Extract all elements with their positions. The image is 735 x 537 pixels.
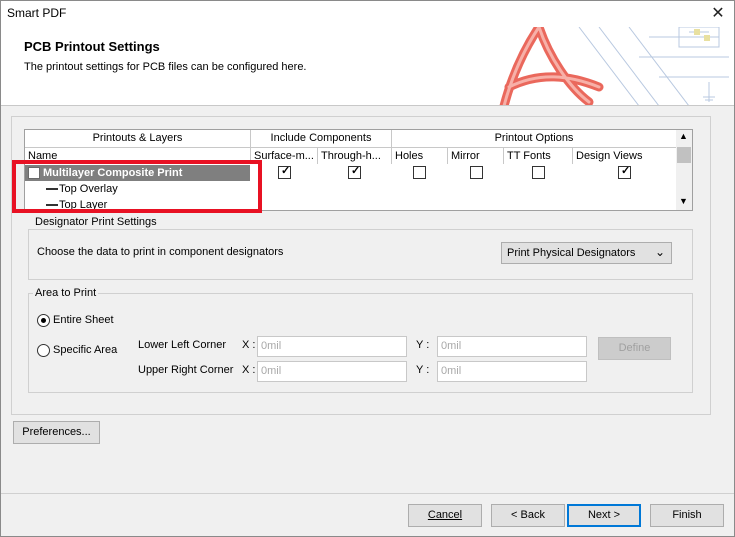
designator-select[interactable]: Print Physical Designators ⌄ [501,242,672,264]
ll-x-label: X : [242,339,256,351]
upper-right-x-field[interactable]: 0mil [257,361,407,382]
printouts-layers-table: Printouts & Layers Include Components Pr… [24,129,693,211]
table-row[interactable]: Top Layer [25,197,677,211]
entire-sheet-radio[interactable] [37,314,50,327]
table-scrollbar[interactable]: ▲ ▼ [676,130,692,210]
lower-left-label: Lower Left Corner [138,339,227,351]
specific-area-radio[interactable] [37,344,50,357]
header-printout-options: Printout Options [392,130,677,148]
cancel-button[interactable]: Cancel [408,504,482,527]
col-mirror[interactable]: Mirror [448,148,504,164]
entire-sheet-label[interactable]: Entire Sheet [53,314,114,326]
col-design-views[interactable]: Design Views [573,148,677,164]
designator-legend: Designator Print Settings [33,216,159,228]
col-through-hole[interactable]: Through-h... [318,148,392,164]
col-holes[interactable]: Holes [392,148,448,164]
header-include-components: Include Components [251,130,392,148]
holes-checkbox[interactable] [413,166,426,179]
document-icon [28,167,40,179]
tt-fonts-checkbox[interactable] [532,166,545,179]
mirror-checkbox[interactable] [470,166,483,179]
lower-left-x-field[interactable]: 0mil [257,336,407,357]
chevron-down-icon: ⌄ [654,245,665,259]
col-tt-fonts[interactable]: TT Fonts [504,148,573,164]
upper-right-label: Upper Right Corner [138,364,234,376]
page-subtitle: The printout settings for PCB files can … [24,61,307,73]
define-button[interactable]: Define [598,337,671,360]
wizard-footer: Cancel < Back Next > Finish [1,493,734,536]
back-button[interactable]: < Back [491,504,565,527]
designator-select-value: Print Physical Designators [507,247,636,259]
ur-y-label: Y : [416,364,430,376]
lower-left-y-field[interactable]: 0mil [437,336,587,357]
upper-right-y-field[interactable]: 0mil [437,361,587,382]
row-name: Top Layer [59,199,108,211]
smart-pdf-dialog: Smart PDF ✕ PCB Printout Settings The pr… [0,0,735,537]
acrobat-logo-graphic [499,27,729,105]
next-button[interactable]: Next > [567,504,641,527]
finish-label: Finish [672,509,702,521]
designator-prompt: Choose the data to print in component de… [37,246,284,258]
table-row[interactable]: Multilayer Composite Print ✓ ✓ ✓ [25,165,677,181]
header-printouts-layers: Printouts & Layers [25,130,251,148]
cancel-label: Cancel [427,509,463,521]
page-title: PCB Printout Settings [24,39,160,54]
finish-button[interactable]: Finish [650,504,724,527]
surface-mount-checkbox[interactable]: ✓ [278,165,291,179]
preferences-button[interactable]: Preferences... [13,421,100,444]
design-views-checkbox[interactable]: ✓ [618,165,631,179]
close-icon[interactable]: ✕ [708,4,728,24]
col-name[interactable]: Name [25,148,251,164]
wizard-header: PCB Printout Settings The printout setti… [1,27,734,106]
scrollbar-thumb[interactable] [677,147,691,163]
window-title: Smart PDF [7,6,67,20]
area-legend: Area to Print [33,287,99,299]
row-name: Top Overlay [59,183,118,195]
scroll-down-icon[interactable]: ▼ [679,196,688,206]
col-surface-mount[interactable]: Surface-m... [251,148,318,164]
specific-area-label[interactable]: Specific Area [53,344,117,356]
title-bar: Smart PDF ✕ [1,1,734,27]
layer-line-icon [46,204,58,206]
row-name: Multilayer Composite Print [43,167,183,179]
ur-x-label: X : [242,364,256,376]
through-hole-checkbox[interactable]: ✓ [348,165,361,179]
layer-line-icon [46,188,58,190]
table-row[interactable]: Top Overlay [25,181,677,197]
next-label: Next > [587,509,621,521]
ll-y-label: Y : [416,339,430,351]
back-label: < Back [511,509,545,521]
scroll-up-icon[interactable]: ▲ [679,131,688,141]
